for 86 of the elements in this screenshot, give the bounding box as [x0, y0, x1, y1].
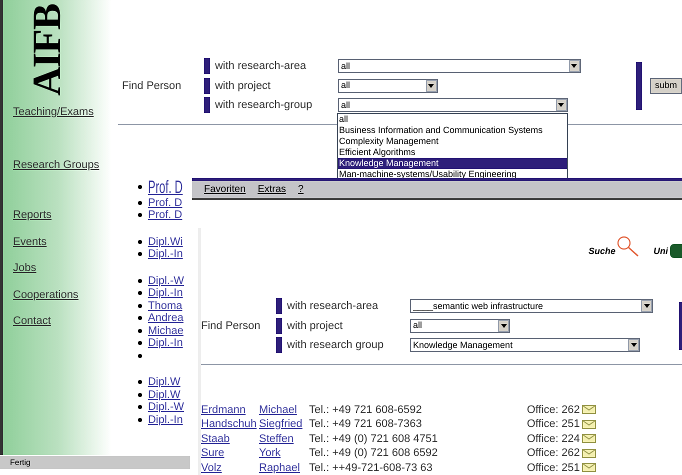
- office-text: Office: 262: [526, 446, 580, 460]
- nav-link[interactable]: Jobs: [13, 260, 112, 276]
- dropdown-option[interactable]: all: [338, 114, 567, 125]
- bullet-icon: [138, 278, 142, 283]
- last-name-link[interactable]: Staab: [201, 432, 259, 446]
- bullet-icon: [138, 252, 142, 256]
- nav-link[interactable]: Cooperations: [13, 286, 112, 303]
- bullet-icon: [138, 316, 142, 320]
- phone-text: Tel.: +49 (0) 721 608 4751: [308, 432, 439, 446]
- field-marker: [204, 58, 210, 74]
- menu-item[interactable]: ?: [298, 182, 304, 197]
- last-name-link[interactable]: Erdmann: [201, 402, 259, 417]
- phone-text: Tel.: +49 721 608-6592: [308, 402, 423, 417]
- search-link[interactable]: Suche: [588, 244, 616, 258]
- bullet-icon: [138, 354, 142, 358]
- logo: AIFB: [26, 4, 67, 96]
- envelope-icon[interactable]: [582, 405, 596, 414]
- dropdown-option[interactable]: Man-machine-systems/Usability Engineering: [338, 169, 567, 180]
- bullet-icon: [138, 291, 142, 296]
- bullet-icon: [138, 341, 142, 346]
- form-title: Find Person: [122, 78, 182, 94]
- bullet-icon: [138, 418, 142, 422]
- nav-link[interactable]: Teaching/Exams: [13, 104, 112, 120]
- status-text: Fertig: [10, 456, 30, 468]
- office-text: Office: 224: [526, 432, 580, 446]
- envelope-icon[interactable]: [582, 434, 596, 444]
- phone-text: Tel.: ++49-721-608-73 63: [308, 460, 434, 475]
- submit-button[interactable]: subm: [650, 78, 682, 94]
- nav-link[interactable]: Events: [13, 234, 112, 250]
- dropdown-field[interactable]: all: [338, 78, 438, 93]
- dropdown-field[interactable]: ____semantic web infrastructure: [410, 299, 653, 314]
- bullet-icon: [138, 304, 142, 308]
- person-link[interactable]: Prof. D: [148, 176, 183, 196]
- last-name-link[interactable]: Volz: [201, 460, 259, 475]
- office-text: Office: 251: [526, 417, 580, 432]
- bullet-icon: [138, 184, 142, 188]
- bullet-icon: [138, 200, 142, 205]
- nav-link[interactable]: Research Groups: [13, 156, 112, 173]
- dropdown-field[interactable]: Knowledge Management: [410, 338, 640, 352]
- field-marker: [636, 62, 642, 110]
- envelope-icon[interactable]: [582, 463, 596, 472]
- field-label: with research-area: [287, 299, 380, 314]
- last-name-link[interactable]: Sure: [201, 446, 259, 460]
- field-label: with research-area: [214, 59, 308, 74]
- first-name-link[interactable]: Siegfried: [259, 417, 306, 432]
- bullet-icon: [138, 240, 142, 244]
- field-marker: [276, 337, 282, 354]
- dropdown-option[interactable]: Efficient Algorithms: [338, 147, 567, 158]
- phone-text: Tel.: +49 (0) 721 608 6592: [308, 446, 439, 460]
- field-label: with research-group: [214, 98, 314, 113]
- envelope-icon[interactable]: [582, 448, 596, 458]
- search-icon[interactable]: [616, 236, 640, 258]
- menu-item[interactable]: Extras: [258, 182, 286, 197]
- bullet-icon: [138, 328, 142, 333]
- first-name-link[interactable]: York: [259, 446, 306, 460]
- field-marker: [276, 298, 282, 314]
- bullet-icon: [138, 392, 142, 397]
- bullet-icon: [138, 213, 142, 218]
- last-name-link[interactable]: Handschuh: [201, 417, 259, 432]
- field-marker: [204, 78, 210, 94]
- dropdown-option[interactable]: Complexity Management: [338, 136, 567, 147]
- uni-link[interactable]: Uni: [654, 244, 668, 258]
- first-name-link[interactable]: Raphael: [259, 460, 306, 475]
- field-marker: [276, 318, 282, 334]
- first-name-link[interactable]: Steffen: [259, 432, 306, 446]
- form-title: Find Person: [201, 318, 262, 334]
- office-text: Office: 251: [526, 460, 580, 475]
- nav-link[interactable]: Contact: [13, 313, 112, 330]
- bullet-icon: [138, 380, 142, 384]
- first-name-link[interactable]: Michael: [259, 402, 306, 417]
- field-marker: [204, 97, 210, 114]
- nav-link[interactable]: Reports: [13, 207, 112, 224]
- office-text: Office: 262: [526, 402, 580, 417]
- dropdown-option[interactable]: Business Information and Communication Systems: [338, 125, 567, 136]
- dropdown-option[interactable]: Knowledge Management: [338, 158, 567, 169]
- field-label: with project: [214, 78, 272, 94]
- envelope-icon[interactable]: [582, 420, 596, 429]
- bullet-icon: [138, 405, 142, 410]
- logo-icon: [670, 244, 682, 258]
- menu-item[interactable]: Favoriten: [204, 182, 246, 197]
- dropdown-field[interactable]: all: [410, 318, 510, 333]
- phone-text: Tel.: +49 721 608-7363: [308, 417, 423, 432]
- dropdown-field[interactable]: all: [338, 59, 581, 74]
- field-label: with research group: [287, 338, 385, 353]
- field-label: with project: [287, 318, 344, 334]
- dropdown-field[interactable]: all: [338, 98, 568, 112]
